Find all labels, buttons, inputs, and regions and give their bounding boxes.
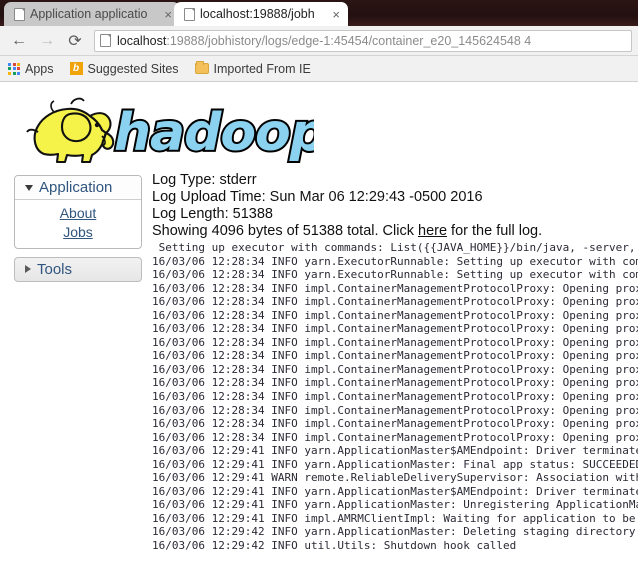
page-icon	[184, 7, 195, 21]
log-line: 16/03/06 12:28:34 INFO impl.ContainerMan…	[152, 335, 638, 349]
apps-grid-icon	[8, 62, 20, 75]
log-line: 16/03/06 12:28:34 INFO impl.ContainerMan…	[152, 390, 638, 404]
log-line: 16/03/06 12:28:34 INFO impl.ContainerMan…	[152, 308, 638, 322]
browser-tab-active[interactable]: localhost:19888/jobh ×	[174, 2, 348, 26]
folder-icon	[194, 61, 209, 74]
sidebar-section-title: Tools	[37, 260, 73, 278]
full-log-link[interactable]: here	[418, 223, 447, 239]
log-type: Log Type: stderr	[152, 172, 257, 188]
chevron-right-icon	[25, 265, 31, 274]
hadoop-logo-icon: hadoop	[26, 97, 314, 165]
bookmarks-bar: Apps b Suggested Sites Imported From IE	[0, 56, 638, 82]
close-icon[interactable]: ×	[163, 8, 173, 21]
reload-icon[interactable]: ⟳	[62, 29, 88, 53]
showing-suffix: for the full log.	[447, 223, 543, 239]
browser-window: Application applicatio × localhost:19888…	[0, 0, 638, 574]
log-line: 16/03/06 12:28:34 INFO impl.ContainerMan…	[152, 403, 638, 417]
log-line: 16/03/06 12:29:41 INFO yarn.ApplicationM…	[152, 457, 638, 471]
page-viewport: hadoop Application About Jobs Tools Log …	[0, 82, 638, 574]
chevron-down-icon	[25, 184, 33, 191]
log-line: 16/03/06 12:28:34 INFO impl.ContainerMan…	[152, 376, 638, 390]
log-line: 16/03/06 12:28:34 INFO impl.ContainerMan…	[152, 295, 638, 309]
page-icon	[100, 34, 111, 47]
log-output[interactable]: Setting up executor with commands: List(…	[152, 241, 638, 553]
bookmark-imported-from-ie[interactable]: Imported From IE	[194, 61, 311, 76]
log-line: 16/03/06 12:28:34 INFO impl.ContainerMan…	[152, 362, 638, 376]
bookmark-label: Suggested Sites	[87, 61, 179, 76]
bookmark-label: Apps	[25, 61, 54, 76]
log-line: 16/03/06 12:28:34 INFO impl.ContainerMan…	[152, 430, 638, 444]
tab-title: Application applicatio	[30, 7, 148, 21]
forward-icon[interactable]: →	[34, 29, 60, 53]
log-line: 16/03/06 12:29:42 INFO util.Utils: Shutd…	[152, 539, 517, 553]
log-length: Log Length: 51388	[152, 206, 273, 222]
bing-icon: b	[69, 62, 83, 75]
page-icon	[14, 7, 25, 21]
log-upload-time: Log Upload Time: Sun Mar 06 12:29:43 -05…	[152, 189, 483, 205]
log-line: 16/03/06 12:28:34 INFO impl.ContainerMan…	[152, 322, 638, 336]
log-showing-notice: Showing 4096 bytes of 51388 total. Click…	[152, 223, 638, 240]
bookmark-suggested-sites[interactable]: b Suggested Sites	[69, 61, 179, 76]
back-icon[interactable]: ←	[6, 29, 32, 53]
url-path: :19888/jobhistory/logs/edge-1:45454/cont…	[166, 33, 532, 48]
tab-strip: Application applicatio × localhost:19888…	[0, 0, 638, 26]
sidebar-section-title: Application	[39, 179, 113, 196]
browser-toolbar: ← → ⟳ localhost:19888/jobhistory/logs/ed…	[0, 26, 638, 56]
sidebar-item-about[interactable]: About	[15, 204, 141, 223]
url-host: localhost	[117, 33, 167, 48]
bookmark-apps[interactable]: Apps	[8, 62, 54, 76]
log-line: 16/03/06 12:28:34 INFO impl.ContainerMan…	[152, 281, 638, 295]
sidebar-links: About Jobs	[15, 200, 141, 248]
sidebar-panel-application: Application About Jobs	[14, 175, 142, 249]
log-line: 16/03/06 12:28:34 INFO impl.ContainerMan…	[152, 417, 638, 431]
url-text: localhost:19888/jobhistory/logs/edge-1:4…	[117, 34, 531, 48]
log-line: 16/03/06 12:29:42 INFO yarn.ApplicationM…	[152, 525, 638, 539]
log-line: 16/03/06 12:29:41 INFO yarn.ApplicationM…	[152, 484, 638, 498]
log-line: 16/03/06 12:28:34 INFO yarn.ExecutorRunn…	[152, 268, 638, 282]
log-line: 16/03/06 12:28:34 INFO yarn.ExecutorRunn…	[152, 254, 638, 268]
log-line: Setting up executor with commands: List(…	[152, 241, 638, 254]
close-icon[interactable]: ×	[331, 8, 341, 21]
sidebar-item-application[interactable]: Application	[15, 176, 141, 200]
log-line: 16/03/06 12:29:41 WARN remote.ReliableDe…	[152, 471, 638, 485]
bookmark-label: Imported From IE	[213, 61, 311, 76]
log-line: 16/03/06 12:29:41 INFO yarn.ApplicationM…	[152, 444, 638, 458]
sidebar-item-tools[interactable]: Tools	[14, 256, 142, 282]
browser-tab-inactive[interactable]: Application applicatio ×	[4, 2, 180, 26]
log-line: 16/03/06 12:28:34 INFO impl.ContainerMan…	[152, 349, 638, 363]
log-line: 16/03/06 12:29:41 INFO yarn.ApplicationM…	[152, 498, 638, 512]
address-bar[interactable]: localhost:19888/jobhistory/logs/edge-1:4…	[94, 29, 632, 52]
hadoop-wordmark: hadoop	[114, 103, 314, 163]
sidebar: Application About Jobs Tools	[14, 170, 142, 282]
showing-prefix: Showing 4096 bytes of 51388 total. Click	[152, 223, 418, 239]
page-content: Application About Jobs Tools Log Type: s…	[0, 170, 638, 553]
hadoop-logo[interactable]: hadoop	[0, 82, 638, 170]
tab-title: localhost:19888/jobh	[200, 7, 315, 21]
log-line: 16/03/06 12:29:41 INFO impl.AMRMClientIm…	[152, 511, 638, 525]
log-main: Log Type: stderr Log Upload Time: Sun Ma…	[142, 170, 638, 553]
sidebar-item-jobs[interactable]: Jobs	[15, 223, 141, 242]
